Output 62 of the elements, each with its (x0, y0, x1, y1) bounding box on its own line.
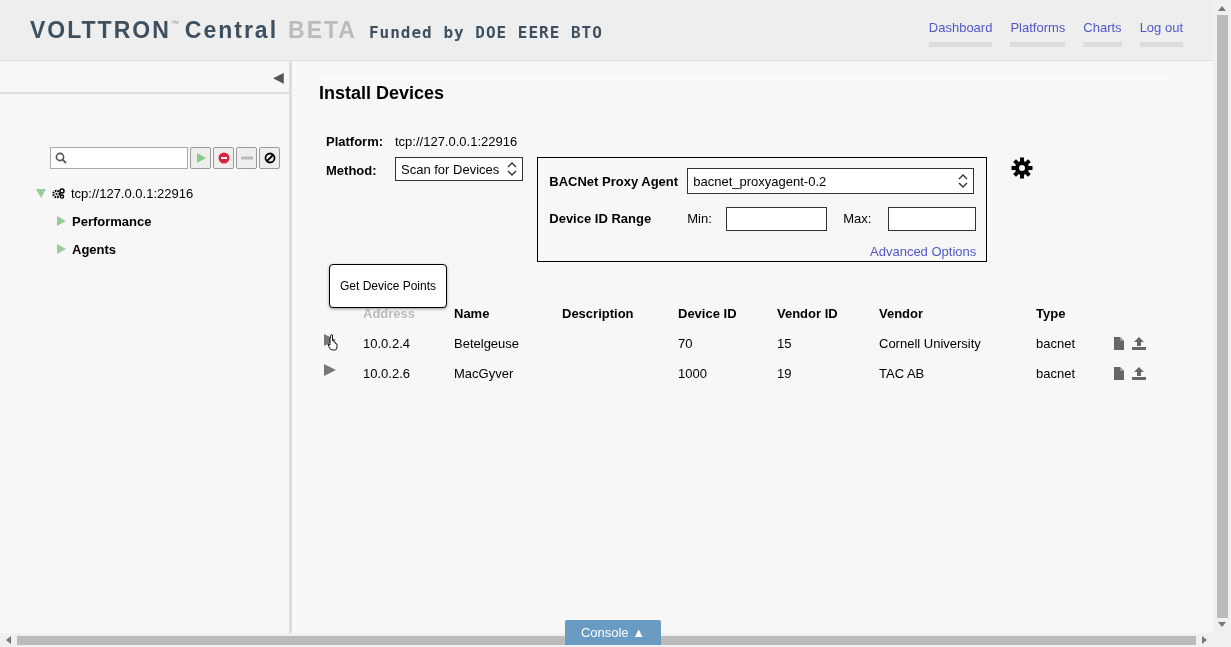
tree-item[interactable]: Agents (72, 241, 117, 257)
product-name: Central (184, 16, 279, 44)
proxy-agent-label: BACNet Proxy Agent (549, 173, 680, 189)
tree-item[interactable]: Performance (72, 213, 152, 229)
file-icon[interactable] (1114, 366, 1124, 380)
min-label: Min: (687, 211, 713, 227)
table-cell: 19 (777, 358, 879, 388)
column-header: Description (562, 298, 678, 328)
device-id-range-label: Device ID Range (549, 211, 653, 227)
nav-link[interactable]: Dashboard (928, 20, 993, 47)
tooltip: Get Device Points (329, 264, 448, 308)
play-hand-cursor-icon[interactable] (323, 332, 339, 351)
table-cell: bacnet (1036, 358, 1114, 388)
brand-name: VOLTTRON (30, 16, 171, 44)
method-select[interactable]: Scan for Devices (395, 157, 524, 181)
max-label: Max: (843, 211, 873, 227)
file-icon[interactable] (1114, 336, 1124, 350)
advanced-options-link[interactable]: Advanced Options (870, 243, 977, 259)
max-input-field[interactable] (888, 207, 977, 231)
method-label: Method: (326, 163, 378, 178)
upload-icon[interactable] (1132, 366, 1146, 380)
search-icon (55, 152, 67, 164)
settings-icon[interactable] (1011, 157, 1034, 179)
start-button[interactable] (190, 147, 211, 169)
table-cell-text: Betelgeuse (454, 334, 521, 353)
stop-button[interactable] (213, 147, 234, 169)
table-cell-text: 10.0.2.6 (363, 364, 411, 383)
vertical-scrollbar[interactable] (1213, 0, 1231, 633)
trademark-sign: ™ (170, 18, 179, 28)
stop-icon (217, 152, 230, 164)
column-header: Name (454, 298, 562, 328)
platform-value: tcp://127.0.0.1:22916 (395, 134, 519, 149)
prohibited-icon (263, 152, 276, 164)
up-down-icon (507, 161, 518, 177)
column-header: Device ID (678, 298, 777, 328)
up-down-icon (958, 173, 969, 190)
nav-link[interactable]: Log out (1139, 20, 1183, 47)
play-icon (194, 152, 207, 164)
collapse-button[interactable]: ◀ (273, 68, 284, 85)
table-cell: 1000 (678, 358, 777, 388)
table-cell: bacnet (1036, 328, 1114, 358)
table-cell: 70 (678, 328, 777, 358)
proxy-agent-select[interactable]: bacnet_proxyagent-0.2 (687, 168, 975, 195)
column-header: Vendor ID (777, 298, 879, 328)
table-cell-text: MacGyver (454, 364, 515, 383)
clear-button[interactable] (259, 147, 280, 169)
search-field[interactable] (50, 147, 188, 169)
funding-text: Funded by DOE EERE BTO (368, 22, 603, 42)
platform-label: Platform: (326, 134, 385, 149)
table-cell: 15 (777, 328, 879, 358)
platform-item[interactable]: tcp://127.0.0.1:22916 (71, 185, 194, 201)
table-cell-text: 10.0.2.4 (363, 334, 411, 353)
min-input-field[interactable] (726, 207, 828, 231)
upload-icon[interactable] (1132, 336, 1146, 350)
nav-link[interactable]: Charts (1083, 20, 1122, 47)
column-header: Type (1036, 304, 1067, 323)
table-cell: Cornell University (879, 328, 1036, 358)
column-header: Vendor (879, 298, 1036, 328)
table-cell: TAC AB (879, 358, 1036, 388)
gears-icon (52, 187, 65, 199)
page-title: Install Devices (319, 83, 446, 104)
nav-link[interactable]: Platforms (1010, 20, 1066, 47)
